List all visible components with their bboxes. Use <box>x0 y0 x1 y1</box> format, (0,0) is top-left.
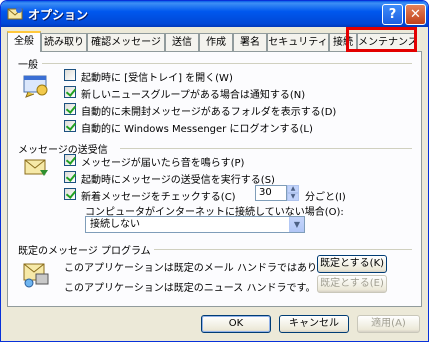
tab-receipts[interactable]: 確認メッセージ <box>87 33 165 51</box>
general-tab-panel: 一般 起動時に [受信トレイ] を開く(W) 新しいニュースグループがある場合は… <box>7 51 422 307</box>
show-unread-folders-checkbox[interactable] <box>64 103 76 115</box>
news-handler-text: このアプリケーションは既定のニュース ハンドラです。 <box>64 283 316 294</box>
tab-send[interactable]: 送信 <box>165 33 199 51</box>
default-programs-heading: 既定のメッセージ プログラム <box>18 246 151 257</box>
general-heading: 一般 <box>18 60 38 71</box>
default-programs-divider <box>154 249 412 250</box>
open-inbox-label: 起動時に [受信トレイ] を開く(W) <box>81 73 233 84</box>
close-button[interactable]: ✕ <box>405 4 426 25</box>
tab-signatures[interactable]: 署名 <box>233 33 267 51</box>
show-unread-folders-label: 自動的に未開封メッセージがあるフォルダを表示する(D) <box>81 107 337 118</box>
notify-newsgroups-label: 新しいニュースグループがある場合は通知する(N) <box>81 90 306 101</box>
send-receive-startup-label: 起動時にメッセージの送受信を実行する(S) <box>81 175 275 186</box>
general-settings-icon <box>23 75 48 98</box>
cancel-button[interactable]: キャンセル <box>279 315 349 333</box>
play-sound-label: メッセージが届いたら音を鳴らす(P) <box>81 158 245 169</box>
tab-maintenance[interactable]: メンテナンス <box>357 33 418 51</box>
set-default-mail-button[interactable]: 既定とする(K) <box>317 255 387 273</box>
general-divider <box>42 63 412 64</box>
interval-unit-label: 分ごと(I) <box>305 192 346 203</box>
send-receive-icon <box>24 159 48 176</box>
mail-handler-text: このアプリケーションは既定のメール ハンドラではありません。 <box>64 263 357 274</box>
window-title: オプション <box>28 8 89 22</box>
default-program-icon <box>23 263 49 288</box>
title-bar[interactable]: オプション ? ✕ <box>1 1 428 27</box>
outlook-express-icon <box>7 7 23 20</box>
check-new-messages-label: 新着メッセージをチェックする(C) <box>81 192 236 203</box>
tab-security[interactable]: セキュリティ <box>267 33 329 51</box>
set-default-news-button[interactable]: 既定とする(E) <box>317 275 387 293</box>
notify-newsgroups-checkbox[interactable] <box>64 86 76 98</box>
tab-read[interactable]: 読み取り <box>41 33 87 51</box>
open-inbox-checkbox[interactable] <box>64 69 76 81</box>
tab-connection[interactable]: 接続 <box>329 33 357 51</box>
tab-compose[interactable]: 作成 <box>199 33 233 51</box>
send-receive-startup-checkbox[interactable] <box>64 171 76 183</box>
interval-input[interactable]: 30 <box>255 185 287 201</box>
ok-button[interactable]: OK <box>201 315 271 333</box>
help-button[interactable]: ? <box>382 4 403 25</box>
spin-down-icon[interactable]: ▼ <box>287 193 299 201</box>
messenger-logon-checkbox[interactable] <box>64 120 76 132</box>
options-dialog: オプション ? ✕ 全般 読み取り 確認メッセージ 送信 作成 署名 セキュリテ… <box>0 0 429 342</box>
offline-select[interactable]: 接続しない ▼ <box>85 216 305 233</box>
tab-general[interactable]: 全般 <box>7 31 41 52</box>
interval-spinner[interactable]: ▲ ▼ <box>287 185 299 201</box>
play-sound-checkbox[interactable] <box>64 154 76 166</box>
apply-button[interactable]: 適用(A) <box>357 315 420 333</box>
spin-up-icon[interactable]: ▲ <box>287 185 299 193</box>
check-new-messages-checkbox[interactable] <box>64 188 76 200</box>
offline-select-value: 接続しない <box>90 219 140 230</box>
messenger-logon-label: 自動的に Windows Messenger にログオンする(L) <box>81 124 313 135</box>
chevron-down-icon[interactable]: ▼ <box>289 217 304 232</box>
send-receive-divider <box>120 148 412 149</box>
